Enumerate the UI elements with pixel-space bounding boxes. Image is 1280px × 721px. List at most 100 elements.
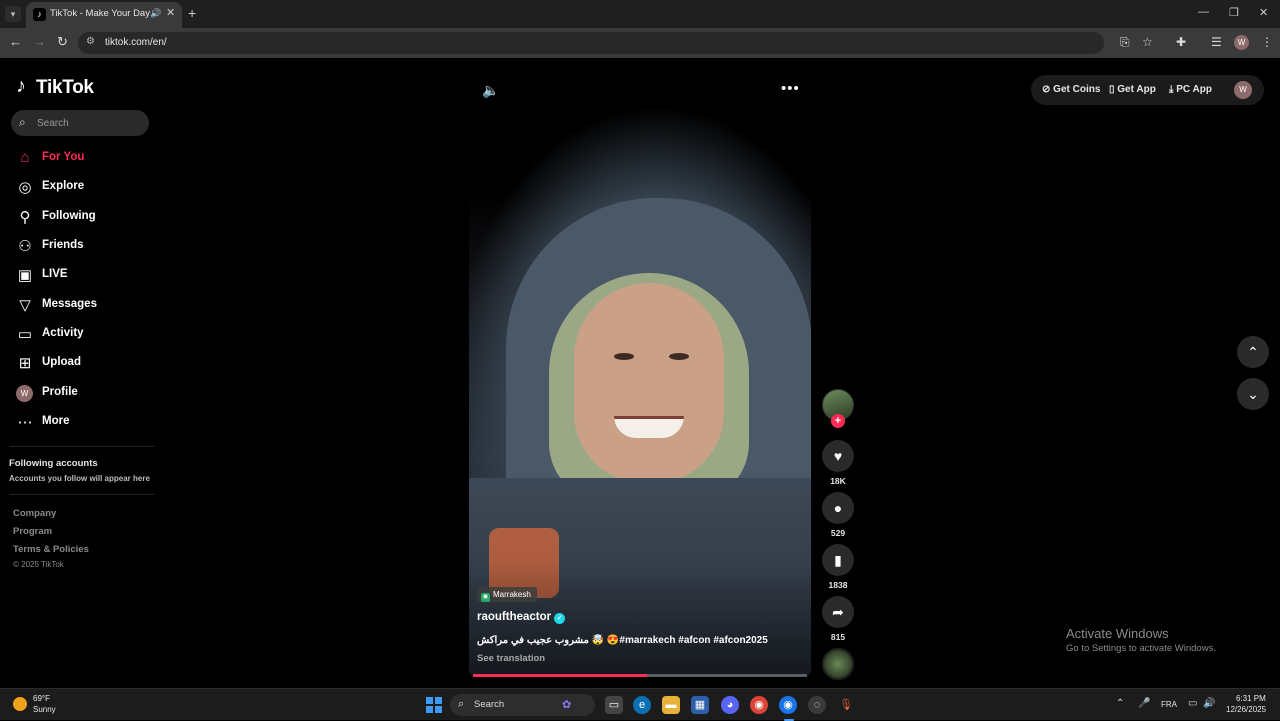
window-close-icon[interactable]: ✕: [1259, 6, 1268, 19]
see-translation-link[interactable]: See translation: [477, 653, 545, 664]
nav-upload[interactable]: ⊞ Upload: [16, 352, 156, 374]
search-box[interactable]: ⌕: [11, 110, 149, 136]
video-more-icon[interactable]: •••: [781, 80, 800, 97]
share-button[interactable]: ➦: [822, 596, 854, 628]
app-icon[interactable]: ◌: [808, 696, 826, 714]
activate-title: Activate Windows: [1066, 626, 1169, 641]
copyright: © 2025 TikTok: [13, 560, 64, 569]
nav-label: Messages: [42, 298, 97, 310]
pc-app-label: PC App: [1176, 84, 1212, 95]
address-bar[interactable]: ⚙ tiktok.com/en/ ⎘ ☆: [78, 32, 1153, 54]
nav-label: Following: [42, 210, 96, 222]
more-icon: ⋯: [17, 414, 33, 431]
taskbar-search-label: Search: [474, 699, 505, 710]
user-follow-icon: ⚲: [19, 209, 31, 226]
microphone-app-icon[interactable]: 🎙: [837, 696, 855, 714]
get-coins-button[interactable]: ⊘ Get Coins: [1042, 84, 1100, 95]
volume-tray-icon[interactable]: 🔊: [1203, 698, 1215, 709]
reload-icon[interactable]: ↻: [57, 34, 68, 50]
activity-icon: ▭: [17, 326, 33, 343]
nav-messages[interactable]: ▽ Messages: [16, 294, 156, 316]
tab-close-icon[interactable]: ✕: [166, 6, 175, 19]
music-disc[interactable]: [822, 648, 854, 680]
bookmark-star-icon[interactable]: ☆: [1142, 35, 1153, 49]
get-app-button[interactable]: ▯ Get App: [1109, 84, 1156, 95]
search-input[interactable]: [37, 114, 141, 132]
comment-icon: ●: [833, 500, 843, 516]
language-indicator[interactable]: FRA: [1161, 700, 1177, 709]
upload-icon: ⊞: [18, 355, 32, 372]
restore-icon[interactable]: ❐: [1229, 6, 1239, 19]
user-avatar[interactable]: W: [1234, 81, 1252, 99]
volume-icon[interactable]: 🔈: [482, 82, 499, 99]
comment-button[interactable]: ●: [822, 492, 854, 524]
network-icon[interactable]: ▭: [1188, 698, 1197, 709]
get-coins-label: Get Coins: [1053, 84, 1101, 95]
like-button[interactable]: ♥: [822, 440, 854, 472]
nav-profile[interactable]: W Profile: [16, 382, 156, 404]
install-app-icon[interactable]: ⎘: [1120, 35, 1130, 50]
nav-label: Activity: [42, 327, 84, 339]
taskbar-search[interactable]: ⌕ Search ✿: [450, 694, 595, 716]
nav-friends[interactable]: ⚇ Friends: [16, 235, 156, 257]
live-icon: ▣: [17, 267, 33, 284]
tab-audio-icon[interactable]: 🔊: [150, 8, 161, 19]
weather-temperature[interactable]: 69°F: [33, 694, 50, 703]
site-info-icon[interactable]: ⚙: [86, 36, 95, 47]
nav-following[interactable]: ⚲ Following: [16, 206, 156, 228]
nav-more[interactable]: ⋯ More: [16, 411, 156, 433]
search-highlight-icon: ✿: [562, 699, 572, 711]
new-tab-button[interactable]: +: [188, 5, 196, 21]
sun-icon[interactable]: [13, 697, 27, 711]
weather-condition[interactable]: Sunny: [33, 705, 56, 714]
tab-search-button[interactable]: ▾: [5, 6, 21, 22]
nav-label: Friends: [42, 239, 84, 251]
tray-chevron-icon[interactable]: ⌃: [1116, 698, 1124, 709]
next-video-button[interactable]: ⌄: [1237, 378, 1269, 410]
nav-activity[interactable]: ▭ Activity: [16, 323, 156, 345]
store-icon[interactable]: ▦: [691, 696, 709, 714]
minimize-icon[interactable]: —: [1198, 6, 1209, 18]
windows-start-icon[interactable]: [426, 697, 442, 713]
pc-app-button[interactable]: ⤓ PC App: [1169, 84, 1212, 95]
share-count: 815: [830, 632, 846, 642]
previous-video-button[interactable]: ⌃: [1237, 336, 1269, 368]
save-button[interactable]: ▮: [822, 544, 854, 576]
logo-text: TikTok: [36, 77, 94, 98]
comment-count: 529: [830, 528, 846, 538]
video-caption[interactable]: مشروب عجيب في مراكش 🤯 😍#marrakech #afcon…: [477, 635, 768, 646]
browser-tab[interactable]: ♪ TikTok - Make Your Day 🔊 ✕: [26, 2, 182, 28]
top-right-actions: ⊘ Get Coins ▯ Get App ⤓ PC App W: [1031, 75, 1264, 105]
extensions-icon[interactable]: ✚: [1176, 35, 1186, 49]
tab-groups-icon[interactable]: ☰: [1211, 35, 1222, 49]
chevron-up-icon: ⌃: [1247, 344, 1259, 360]
clock-date[interactable]: 12/26/2025: [1226, 705, 1266, 714]
location-badge[interactable]: ◉ Marrakesh: [477, 587, 537, 602]
video-progress-bar[interactable]: [473, 674, 807, 677]
windows-taskbar: 69°F Sunny ⌕ Search ✿ ▭ e ▬ ▦ ◕ ◉ ◉ ◌ 🎙 …: [0, 688, 1280, 721]
footer-link-company[interactable]: Company: [13, 508, 56, 519]
browser-menu-icon[interactable]: ⋮: [1261, 35, 1273, 49]
nav-for-you[interactable]: ⌂ For You: [16, 147, 156, 169]
footer-link-terms[interactable]: Terms & Policies: [13, 544, 89, 555]
browser-profile-avatar[interactable]: W: [1234, 35, 1249, 50]
chrome-icon[interactable]: ◉: [750, 696, 768, 714]
mic-tray-icon[interactable]: 🎤: [1138, 698, 1150, 709]
heart-icon: ♥: [833, 448, 843, 464]
nav-explore[interactable]: ◎ Explore: [16, 176, 156, 198]
get-app-label: Get App: [1117, 84, 1156, 95]
clock-time[interactable]: 6:31 PM: [1236, 694, 1266, 703]
back-icon[interactable]: ←: [9, 34, 22, 49]
file-explorer-icon[interactable]: ▬: [662, 696, 680, 714]
task-view-icon[interactable]: ▭: [605, 696, 623, 714]
location-pin-icon: ◉: [481, 593, 490, 602]
discord-icon[interactable]: ◕: [721, 696, 739, 714]
video-player[interactable]: [469, 58, 811, 677]
footer-link-program[interactable]: Program: [13, 526, 52, 537]
author-name[interactable]: raouftheactor ✓: [477, 611, 566, 624]
edge-icon[interactable]: e: [633, 696, 651, 714]
nav-live[interactable]: ▣ LIVE: [16, 264, 156, 286]
chrome-profile-icon[interactable]: ◉: [779, 696, 797, 714]
follow-plus-icon[interactable]: +: [831, 414, 845, 428]
forward-icon[interactable]: →: [33, 34, 46, 49]
